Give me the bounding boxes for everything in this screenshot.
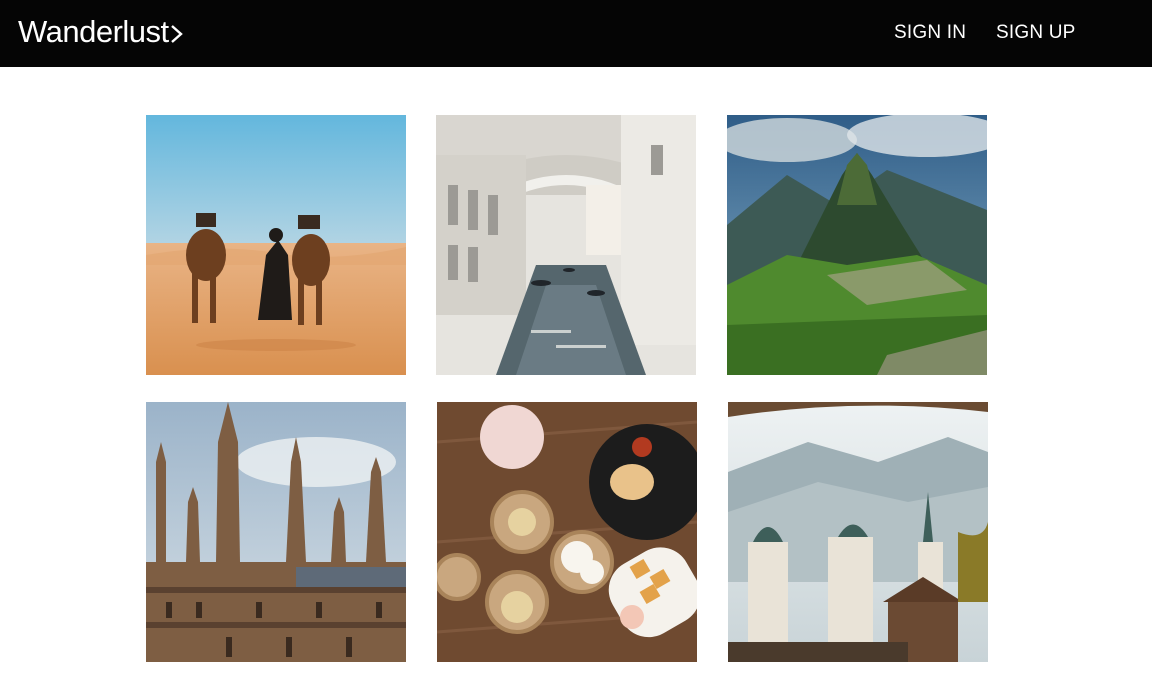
brand-logo-link[interactable]: Wanderlust bbox=[18, 12, 184, 52]
westminster-palace-photo bbox=[146, 402, 406, 662]
photo-tile-camels-desert[interactable] bbox=[146, 115, 406, 375]
dim-sum-table-photo bbox=[437, 402, 697, 662]
photo-tile-salzburg-rooftops[interactable] bbox=[728, 402, 988, 662]
sign-up-link[interactable]: SIGN UP bbox=[996, 20, 1076, 46]
machu-picchu-photo bbox=[727, 115, 987, 375]
venice-canal-photo bbox=[436, 115, 696, 375]
brand-name: Wanderlust bbox=[18, 14, 169, 49]
photo-tile-venice-canal[interactable] bbox=[436, 115, 696, 375]
salzburg-rooftops-photo bbox=[728, 402, 988, 662]
photo-tile-westminster-palace[interactable] bbox=[146, 402, 406, 662]
camels-desert-photo bbox=[146, 115, 406, 375]
photo-tile-machu-picchu[interactable] bbox=[727, 115, 987, 375]
sign-in-link[interactable]: SIGN IN bbox=[894, 20, 966, 46]
photo-tile-dim-sum-table[interactable] bbox=[437, 402, 697, 662]
top-navbar: Wanderlust SIGN IN SIGN UP bbox=[0, 0, 1152, 67]
chevron-right-icon bbox=[170, 25, 183, 43]
